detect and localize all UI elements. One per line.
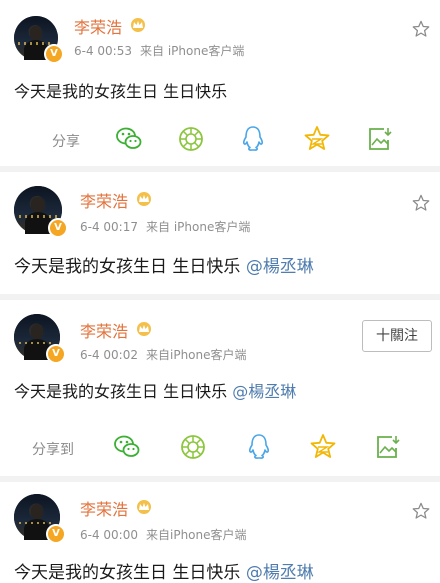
qq-icon[interactable] bbox=[244, 432, 274, 462]
post-meta: 6-4 00:17 来自 iPhone客户端 bbox=[80, 218, 250, 235]
post-source: 来自 iPhone客户端 bbox=[140, 44, 245, 58]
save-image-icon[interactable] bbox=[364, 124, 394, 154]
save-image-icon[interactable] bbox=[372, 432, 402, 462]
moments-icon[interactable] bbox=[178, 432, 208, 462]
post-meta: 6-4 00:53 来自 iPhone客户端 bbox=[74, 42, 244, 59]
share-label: 分享 bbox=[52, 134, 80, 150]
post-text: 今天是我的女孩生日 生日快乐 @楊丞琳 bbox=[14, 378, 296, 402]
post-meta: 6-4 00:00 来自iPhone客户端 bbox=[80, 526, 247, 543]
post-time: 6-4 00:00 bbox=[80, 528, 138, 542]
mention-link[interactable]: @楊丞琳 bbox=[232, 382, 296, 401]
mention-link[interactable]: @楊丞琳 bbox=[246, 257, 314, 277]
weibo-post-2: V 李荣浩 6-4 00:17 来自 iPhone客户端 今天是我的女孩生日 生日… bbox=[0, 172, 440, 292]
crown-icon bbox=[131, 18, 145, 32]
post-body: 今天是我的女孩生日 生日快乐 bbox=[14, 563, 241, 583]
post-text: 今天是我的女孩生日 生日快乐 @楊丞琳 bbox=[14, 252, 314, 277]
post-text: 今天是我的女孩生日 生日快乐 bbox=[14, 78, 227, 102]
verified-badge-icon: V bbox=[48, 218, 68, 238]
username[interactable]: 李荣浩 bbox=[74, 14, 122, 38]
post-time: 6-4 00:02 bbox=[80, 348, 138, 362]
favorite-star-icon[interactable] bbox=[412, 502, 430, 520]
username[interactable]: 李荣浩 bbox=[80, 318, 128, 342]
post-time: 6-4 00:17 bbox=[80, 220, 138, 234]
qq-icon[interactable] bbox=[238, 124, 268, 154]
verified-badge-icon: V bbox=[44, 44, 64, 64]
wechat-icon[interactable] bbox=[112, 432, 142, 462]
post-body: 今天是我的女孩生日 生日快乐 bbox=[14, 257, 241, 277]
crown-icon bbox=[137, 192, 151, 206]
crown-icon bbox=[137, 322, 151, 336]
post-meta: 6-4 00:02 来自iPhone客户端 bbox=[80, 346, 247, 363]
verified-badge-icon: V bbox=[46, 344, 66, 364]
username[interactable]: 李荣浩 bbox=[80, 188, 128, 212]
moments-icon[interactable] bbox=[176, 124, 206, 154]
post-body: 今天是我的女孩生日 生日快乐 bbox=[14, 382, 228, 401]
share-bar: 分享 bbox=[0, 120, 440, 160]
post-source: 来自 iPhone客户端 bbox=[146, 220, 251, 234]
favorite-star-icon[interactable] bbox=[412, 20, 430, 38]
share-label: 分享到 bbox=[32, 442, 74, 458]
weibo-post-4: V 李荣浩 6-4 00:00 来自iPhone客户端 今天是我的女孩生日 生日快… bbox=[0, 482, 440, 583]
post-text: 今天是我的女孩生日 生日快乐 @楊丞琳 bbox=[14, 558, 314, 583]
crown-icon bbox=[137, 500, 151, 514]
wechat-icon[interactable] bbox=[114, 124, 144, 154]
post-source: 来自iPhone客户端 bbox=[146, 528, 247, 542]
weibo-post-3: V 李荣浩 6-4 00:02 来自iPhone客户端 十關注 今天是我的女孩生日… bbox=[0, 300, 440, 430]
verified-badge-icon: V bbox=[46, 524, 66, 544]
username[interactable]: 李荣浩 bbox=[80, 496, 128, 520]
post-body: 今天是我的女孩生日 生日快乐 bbox=[14, 82, 228, 101]
mention-link[interactable]: @楊丞琳 bbox=[246, 563, 314, 583]
share-bar: 分享到 bbox=[0, 428, 440, 468]
qzone-star-icon[interactable] bbox=[302, 124, 332, 154]
qzone-star-icon[interactable] bbox=[308, 432, 338, 462]
post-time: 6-4 00:53 bbox=[74, 44, 132, 58]
favorite-star-icon[interactable] bbox=[412, 194, 430, 212]
follow-button[interactable]: 十關注 bbox=[362, 320, 432, 352]
post-source: 来自iPhone客户端 bbox=[146, 348, 247, 362]
